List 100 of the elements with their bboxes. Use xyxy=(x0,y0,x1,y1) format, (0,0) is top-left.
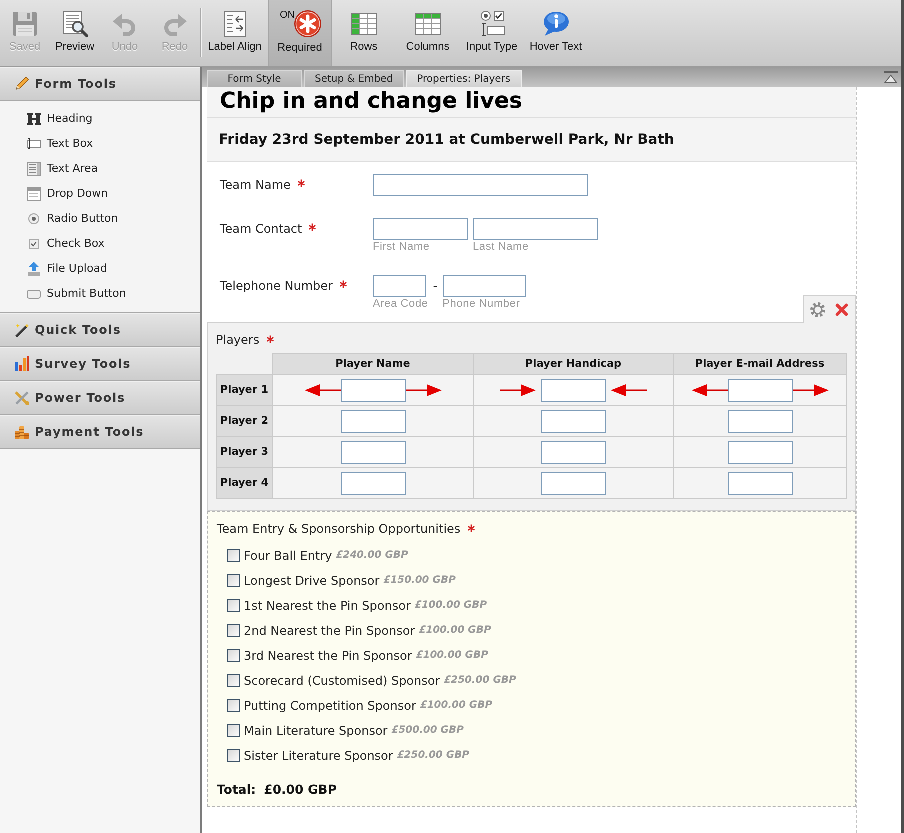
checkbox[interactable] xyxy=(227,549,240,562)
tab[interactable]: Setup & Embed xyxy=(304,70,404,87)
option-price: £250.00 GBP xyxy=(444,675,516,686)
text-field[interactable] xyxy=(541,410,606,432)
tool-item[interactable]: Heading xyxy=(0,106,200,131)
option-label: Scorecard (Customised) Sponsor xyxy=(244,674,440,688)
columns-button[interactable]: Columns xyxy=(396,0,460,66)
checkbox[interactable] xyxy=(227,749,240,762)
rows-button[interactable]: Rows xyxy=(332,0,396,66)
text-field[interactable] xyxy=(373,174,588,196)
tool-item[interactable]: Radio Button xyxy=(0,206,200,231)
checkbox[interactable] xyxy=(227,674,240,687)
pencil-icon xyxy=(14,76,30,92)
status-label: ON xyxy=(280,10,295,21)
left-arrow-icon xyxy=(611,384,647,396)
text-field[interactable] xyxy=(442,275,526,297)
field-sublabel: Area Code xyxy=(373,298,428,310)
tool-group-header[interactable]: Power Tools xyxy=(0,381,200,415)
info-bubble-icon xyxy=(542,10,570,38)
checkbox[interactable] xyxy=(227,724,240,737)
table-columns-icon xyxy=(414,10,442,38)
dropdown-icon xyxy=(26,186,42,202)
preview-button[interactable]: Preview xyxy=(50,0,100,66)
option-label: 3rd Nearest the Pin Sponsor xyxy=(244,648,412,662)
settings-icon[interactable] xyxy=(810,302,826,318)
text-field[interactable] xyxy=(541,472,606,494)
radio-button-icon xyxy=(26,210,42,226)
tool-group-header[interactable]: Form Tools xyxy=(0,67,200,101)
heading-icon xyxy=(26,110,42,126)
text-field[interactable] xyxy=(728,410,792,432)
option-price: £100.00 GBP xyxy=(419,625,492,636)
asterisk-circle-icon xyxy=(294,10,322,38)
label-align-button[interactable]: Label Align xyxy=(202,0,268,66)
form-subtitle: Friday 23rd September 2011 at Cumberwell Park, Nr Bath xyxy=(219,132,674,148)
tool-group-header[interactable]: Survey Tools xyxy=(0,347,200,381)
tool-item[interactable]: File Upload xyxy=(0,256,200,281)
tool-item[interactable]: Drop Down xyxy=(0,181,200,206)
crossed-tools-icon xyxy=(14,390,30,406)
text-box-icon xyxy=(26,136,42,152)
field-sublabel: Last Name xyxy=(473,241,530,253)
input-type-button[interactable]: Input Type xyxy=(460,0,524,66)
table-rows-icon xyxy=(350,10,378,38)
text-field[interactable] xyxy=(728,472,792,494)
document-arrows-icon xyxy=(221,10,249,38)
row-header: Player 3 xyxy=(216,436,272,468)
column-header: Player Handicap xyxy=(474,354,674,374)
option-label: Sister Literature Sponsor xyxy=(244,748,394,762)
text-field[interactable] xyxy=(373,275,426,297)
column-header: Player E-mail Address xyxy=(674,354,846,374)
right-arrow-icon xyxy=(792,384,828,396)
field-label: Team Name xyxy=(220,177,291,194)
text-field[interactable] xyxy=(541,440,606,464)
checkbox[interactable] xyxy=(227,649,240,662)
text-field[interactable] xyxy=(340,378,406,402)
form-controls-icon xyxy=(478,10,506,38)
text-field[interactable] xyxy=(373,218,468,240)
tool-item[interactable]: Text Area xyxy=(0,156,200,181)
option-price: £250.00 GBP xyxy=(397,750,470,761)
hover-text-button[interactable]: Hover Text xyxy=(524,0,588,66)
left-arrow-icon xyxy=(692,384,728,396)
text-field[interactable] xyxy=(340,440,406,464)
required-button[interactable]: ON Required xyxy=(268,0,332,66)
text-field[interactable] xyxy=(728,440,792,464)
text-area-icon xyxy=(26,160,42,176)
field-sublabel: Phone Number xyxy=(442,298,522,310)
dash-separator: - xyxy=(433,278,438,295)
text-field[interactable] xyxy=(340,410,406,432)
checkbox[interactable] xyxy=(227,624,240,637)
text-field[interactable] xyxy=(473,218,598,240)
option-label: Longest Drive Sponsor xyxy=(244,574,380,588)
tool-item[interactable]: Text Box xyxy=(0,131,200,156)
close-icon[interactable] xyxy=(835,302,849,316)
option-label: 1st Nearest the Pin Sponsor xyxy=(244,598,411,612)
tab[interactable]: Form Style xyxy=(207,70,302,87)
checkbox[interactable] xyxy=(227,699,240,712)
text-field[interactable] xyxy=(541,378,606,402)
option-price: £100.00 GBP xyxy=(414,600,488,611)
text-field[interactable] xyxy=(728,378,792,402)
field-label: Team Entry & Sponsorship Opportunities xyxy=(217,521,461,538)
option-price: £240.00 GBP xyxy=(336,550,408,561)
option-price: £100.00 GBP xyxy=(416,650,488,661)
checkbox[interactable] xyxy=(227,599,240,612)
collapse-icon[interactable] xyxy=(884,70,898,84)
tool-group-header[interactable]: Payment Tools xyxy=(0,415,200,449)
bar-chart-icon xyxy=(14,356,30,372)
coin-stacks-icon xyxy=(14,424,30,440)
field-label: Telephone Number xyxy=(220,278,333,295)
text-field[interactable] xyxy=(340,472,406,494)
form-field[interactable]: Players Player Name Player Handicap Player E-mail Address Player 1 Player 2 Player 3 Player 4 xyxy=(207,322,856,511)
checkbox[interactable] xyxy=(227,574,240,587)
field-label: Players xyxy=(216,332,260,349)
total-amount: £0.00 GBP xyxy=(264,781,337,799)
form-field[interactable] xyxy=(207,511,856,807)
tool-group-header[interactable]: Quick Tools xyxy=(0,313,200,347)
pencil-sparkle-icon xyxy=(14,322,30,338)
option-label: Main Literature Sponsor xyxy=(244,724,388,738)
document-magnifier-icon xyxy=(61,10,89,38)
tool-item[interactable]: Submit Button xyxy=(0,281,200,306)
tab[interactable]: Properties: Players xyxy=(406,70,522,87)
tool-item[interactable]: Check Box xyxy=(0,231,200,256)
